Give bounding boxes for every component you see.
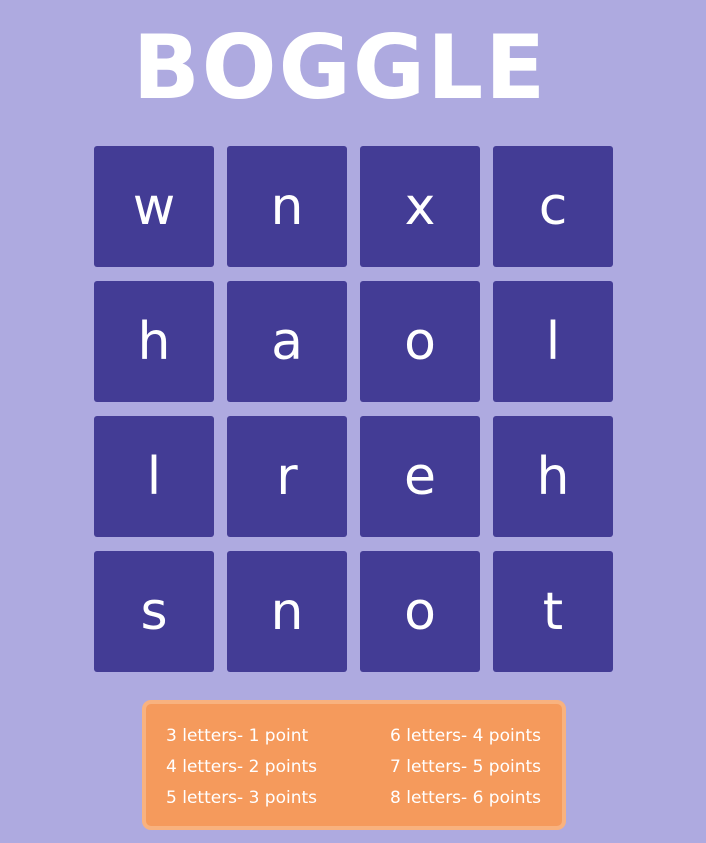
scoring-rule: 4 letters- 2 points bbox=[166, 757, 318, 777]
letter-tile[interactable]: a bbox=[227, 281, 347, 402]
letter-tile[interactable]: e bbox=[360, 416, 480, 537]
letter-tile[interactable]: c bbox=[493, 146, 613, 267]
letter-tile[interactable]: s bbox=[94, 551, 214, 672]
scoring-rule: 5 letters- 3 points bbox=[166, 788, 318, 808]
scoring-card: 3 letters- 1 point 4 letters- 2 points 5… bbox=[142, 700, 566, 830]
letter-tile[interactable]: x bbox=[360, 146, 480, 267]
game-title: BOGGLE bbox=[132, 16, 548, 119]
letter-tile[interactable]: o bbox=[360, 281, 480, 402]
scoring-rule: 7 letters- 5 points bbox=[390, 757, 542, 777]
letter-tile[interactable]: h bbox=[493, 416, 613, 537]
scoring-column-right: 6 letters- 4 points 7 letters- 5 points … bbox=[390, 726, 541, 809]
letter-tile[interactable]: l bbox=[493, 281, 613, 402]
letter-tile[interactable]: o bbox=[360, 551, 480, 672]
letter-tile[interactable]: n bbox=[227, 551, 347, 672]
scoring-rule: 3 letters- 1 point bbox=[166, 726, 309, 746]
scoring-column-left: 3 letters- 1 point 4 letters- 2 points 5… bbox=[166, 726, 317, 809]
letter-tile[interactable]: h bbox=[94, 281, 214, 402]
letter-tile[interactable]: r bbox=[227, 416, 347, 537]
letter-tile[interactable]: w bbox=[94, 146, 214, 267]
scoring-rule: 6 letters- 4 points bbox=[390, 726, 542, 746]
letter-tile[interactable]: l bbox=[94, 416, 214, 537]
letter-tile[interactable]: t bbox=[493, 551, 613, 672]
letter-board: w n x c h a o l l r e h s n o t bbox=[94, 146, 614, 674]
letter-tile[interactable]: n bbox=[227, 146, 347, 267]
scoring-rule: 8 letters- 6 points bbox=[390, 788, 542, 808]
